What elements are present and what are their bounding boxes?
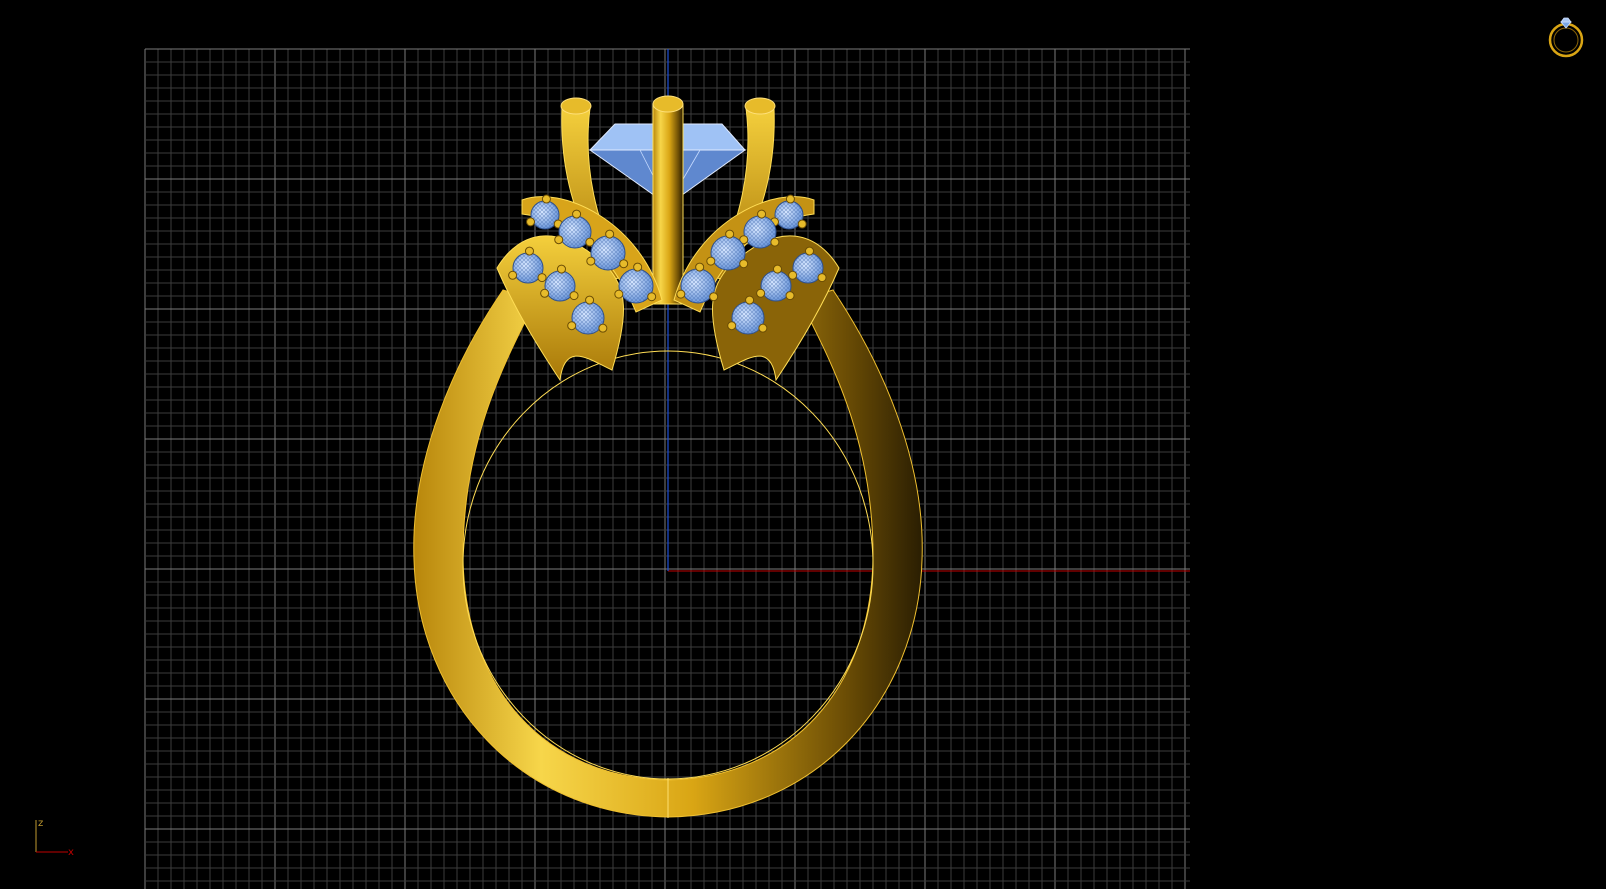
- bead-prong: [526, 217, 536, 227]
- bead-prong: [572, 209, 582, 219]
- bead-prong: [633, 262, 643, 272]
- bead-prong: [647, 292, 657, 302]
- bead-prong: [524, 246, 534, 256]
- bead-prong: [706, 256, 716, 266]
- bead-prong: [785, 291, 795, 301]
- bead-prong: [745, 295, 755, 305]
- bead-prong: [619, 259, 629, 269]
- bead-prong: [772, 264, 782, 274]
- bead-prong: [758, 323, 768, 333]
- bead-prong: [817, 273, 827, 283]
- bead-prong: [585, 295, 595, 305]
- bead-prong: [540, 288, 550, 298]
- bead-prong: [804, 246, 814, 256]
- axis-indicator-x-label: x: [68, 847, 74, 858]
- bead-prong: [556, 264, 566, 274]
- bead-prong: [797, 219, 807, 229]
- bead-prong: [567, 321, 577, 331]
- axis-indicator: z x: [35, 818, 74, 858]
- bead-prong: [739, 259, 749, 269]
- cad-viewport[interactable]: z x: [0, 0, 1606, 889]
- bead-prong: [727, 321, 737, 331]
- bead-prong: [537, 273, 547, 283]
- bead-prong: [508, 270, 518, 280]
- ring-navigator-icon[interactable]: [1540, 8, 1584, 64]
- viewport-canvas[interactable]: z x: [0, 0, 1606, 889]
- bead-prong: [788, 270, 798, 280]
- bead-prong: [569, 291, 579, 301]
- bead-prong: [695, 262, 705, 272]
- bead-prong: [770, 237, 780, 247]
- bead-prong: [598, 323, 608, 333]
- bead-prong: [614, 289, 624, 299]
- bead-prong: [541, 194, 551, 204]
- bead-prong: [709, 292, 719, 302]
- bead-prong: [756, 288, 766, 298]
- bead-prong: [605, 229, 615, 239]
- bead-prong: [554, 235, 564, 245]
- bead-prong: [785, 194, 795, 204]
- bead-prong: [757, 209, 767, 219]
- bead-prong: [586, 256, 596, 266]
- bead-prong: [676, 289, 686, 299]
- bead-prong: [725, 229, 735, 239]
- axis-indicator-z-label: z: [38, 818, 43, 829]
